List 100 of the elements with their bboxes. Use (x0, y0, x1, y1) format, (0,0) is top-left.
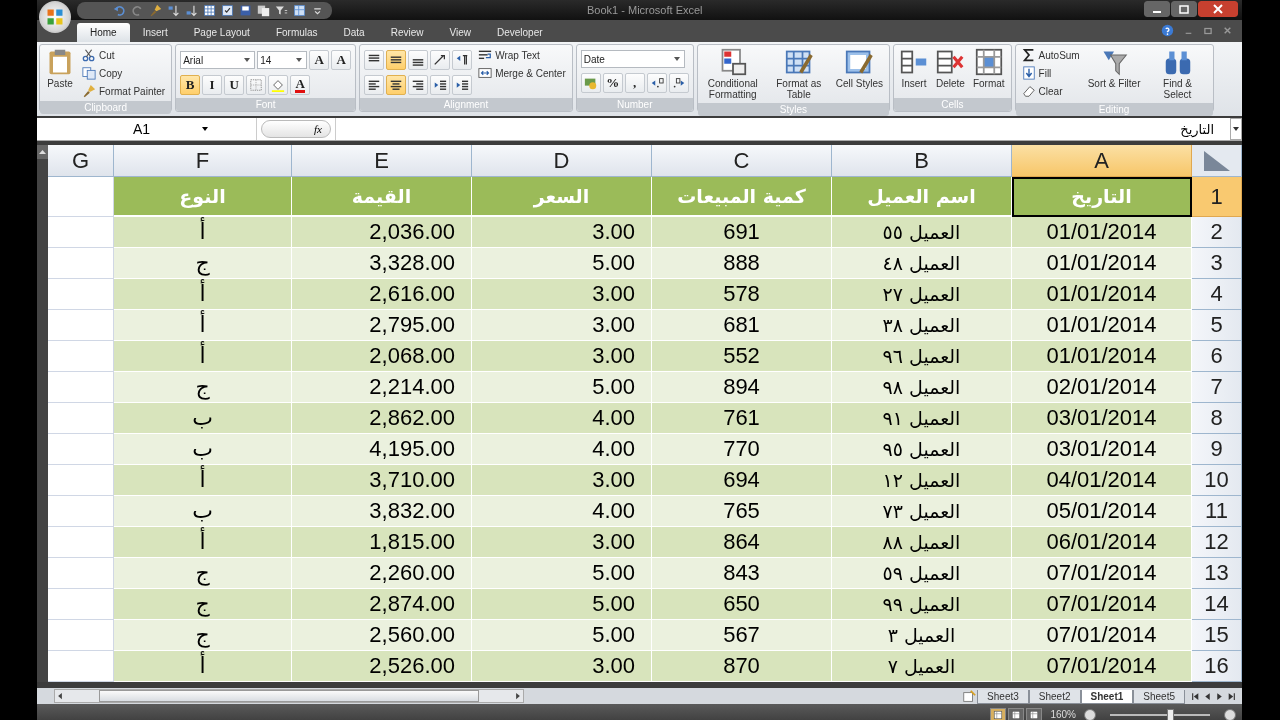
ribbon-tab[interactable]: Data (330, 23, 378, 42)
row-number[interactable]: 3 (1192, 248, 1242, 279)
column-header[interactable]: C (652, 145, 832, 177)
ribbon-tab[interactable]: View (436, 23, 484, 42)
zoom-level[interactable]: 160% (1050, 709, 1076, 720)
filter-button[interactable] (275, 4, 288, 17)
sheet-tab[interactable]: Sheet2 (1028, 690, 1081, 704)
grid-button[interactable] (293, 4, 306, 17)
align-middle-button[interactable] (386, 50, 407, 70)
insert-function-button[interactable]: fx (261, 120, 331, 138)
row-number[interactable]: 4 (1192, 279, 1242, 310)
office-button[interactable] (39, 1, 71, 33)
merge-cells-button[interactable]: Merge & Center (476, 65, 568, 81)
clipboard-button[interactable]: Paste (44, 47, 76, 90)
ribbon-tab[interactable]: Insert (129, 23, 181, 42)
comma-style-button[interactable]: , (624, 73, 645, 93)
grow-font-button[interactable]: A (309, 50, 330, 70)
currency-button[interactable] (580, 73, 601, 93)
font-color-button[interactable]: A (290, 75, 311, 95)
align-right-button[interactable] (408, 75, 429, 95)
align-center-button[interactable] (386, 75, 407, 95)
table-button[interactable] (203, 4, 216, 17)
align-left-button[interactable] (364, 75, 385, 95)
horizontal-scrollbar[interactable] (54, 689, 524, 703)
row-number[interactable]: 8 (1192, 403, 1242, 434)
number-format-field[interactable]: Date (580, 50, 685, 68)
ribbon-tab[interactable]: Home (77, 23, 130, 42)
binoculars-button[interactable]: Find & Select (1146, 47, 1209, 101)
page-break-view-button[interactable] (1026, 707, 1043, 720)
decrease-decimal-icon (671, 76, 686, 90)
eraser-button[interactable]: Clear (1019, 83, 1082, 99)
scissors-button[interactable]: Cut (80, 47, 168, 63)
sigma-button[interactable]: AutoSum (1019, 47, 1082, 63)
row-number[interactable]: 15 (1192, 620, 1242, 651)
sheet-tab[interactable]: Sheet1 (1080, 690, 1134, 704)
column-header[interactable]: A (1012, 145, 1192, 177)
sheet-tab[interactable]: Sheet5 (1133, 690, 1185, 704)
ribbon-tab[interactable]: Page Layout (180, 23, 263, 42)
cell-styles-button[interactable]: Cell Styles (833, 47, 885, 90)
column-header[interactable]: B (832, 145, 1012, 177)
sheet-tab[interactable]: Sheet3 (977, 690, 1029, 704)
increase-decimal-button[interactable] (646, 73, 667, 93)
row-number[interactable]: 10 (1192, 465, 1242, 496)
decrease-indent-button[interactable] (430, 75, 451, 95)
sort-descending-button[interactable] (185, 4, 198, 17)
formula-field[interactable]: التاريخ (335, 118, 1230, 140)
font-field[interactable]: Arial (180, 51, 256, 69)
zoom-in-button[interactable] (1224, 708, 1236, 720)
name-box[interactable]: A1 (37, 118, 257, 140)
conditional-format-button[interactable]: Conditional Formatting (701, 47, 764, 101)
bold-button[interactable]: B (180, 75, 201, 95)
normal-view-button[interactable] (990, 707, 1007, 720)
ribbon-tab[interactable]: Developer (484, 23, 556, 42)
decrease-decimal-button[interactable] (668, 73, 689, 93)
delete-cells-button[interactable]: Delete (934, 47, 967, 90)
sort-ascending-button[interactable] (167, 4, 180, 17)
column-header[interactable]: D (472, 145, 652, 177)
row-number[interactable]: 12 (1192, 527, 1242, 558)
slider-thumb[interactable] (1167, 708, 1174, 720)
align-top-button[interactable] (364, 50, 385, 70)
fill-down-button[interactable]: Fill (1019, 65, 1082, 81)
row-number[interactable]: 1 (1192, 177, 1242, 217)
zoom-out-button[interactable] (1084, 708, 1096, 720)
row-number[interactable]: 6 (1192, 341, 1242, 372)
paintbrush-button[interactable] (149, 4, 162, 17)
insert-cells-button[interactable]: Insert (898, 47, 930, 90)
row-number[interactable]: 5 (1192, 310, 1242, 341)
paragraph-direction-button[interactable] (452, 50, 473, 70)
shrink-font-button[interactable]: A (331, 50, 352, 70)
save-button[interactable] (239, 4, 252, 17)
caret-icon (673, 57, 680, 61)
column-header[interactable]: F (114, 145, 292, 177)
text-angle-button[interactable] (430, 50, 451, 70)
percent-button[interactable]: % (602, 73, 623, 93)
underline-button[interactable]: U (224, 75, 245, 95)
copy-button[interactable] (257, 4, 270, 17)
row-number[interactable]: 2 (1192, 217, 1242, 248)
copy-button[interactable]: Copy (80, 65, 168, 81)
row-number[interactable]: 9 (1192, 434, 1242, 465)
sort-filter-button[interactable]: Sort & Filter (1085, 47, 1143, 90)
italic-button[interactable]: I (202, 75, 223, 95)
column-header[interactable]: E (292, 145, 472, 177)
expand-button[interactable] (1230, 118, 1242, 140)
table-format-button[interactable]: Format as Table (767, 47, 830, 101)
font-size-field[interactable]: 14 (257, 51, 308, 69)
align-bottom-button[interactable] (408, 50, 429, 70)
page-layout-view-button[interactable] (1008, 707, 1025, 720)
row-number[interactable]: 11 (1192, 496, 1242, 527)
ribbon-tab[interactable]: Formulas (262, 23, 331, 42)
row-number[interactable]: 14 (1192, 589, 1242, 620)
paint-bucket-button[interactable] (268, 75, 289, 95)
row-number[interactable]: 13 (1192, 558, 1242, 589)
row-number[interactable]: 7 (1192, 372, 1242, 403)
row-number[interactable]: 16 (1192, 651, 1242, 682)
ribbon-tab[interactable]: Review (377, 23, 437, 42)
increase-indent-button[interactable] (452, 75, 473, 95)
paintbrush-button[interactable]: Format Painter (80, 83, 168, 99)
column-header[interactable]: G (48, 145, 114, 177)
format-cells-button[interactable]: Format (970, 47, 1007, 90)
wrap-text-button[interactable]: Wrap Text (476, 47, 568, 63)
